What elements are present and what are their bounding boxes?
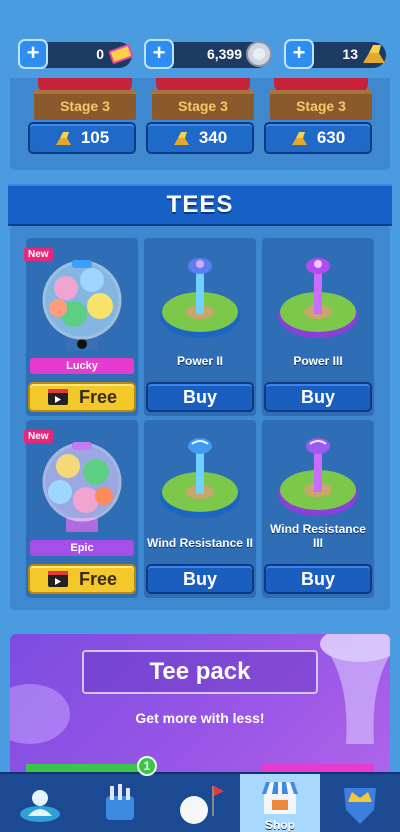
- pack-title: Tee pack: [82, 650, 318, 694]
- stage-price: 105: [80, 128, 110, 147]
- progress-strip: [262, 764, 374, 772]
- coins-value: 6,399: [206, 46, 242, 62]
- nav-play[interactable]: [160, 774, 240, 832]
- pack-subtitle: Get more with less!: [135, 710, 265, 726]
- tee-name: Power III: [293, 354, 343, 368]
- rarity-label: Epic: [30, 540, 134, 556]
- notification-badge: 1: [137, 756, 157, 776]
- stage-price-button[interactable]: 105: [28, 122, 136, 154]
- stage-price-button[interactable]: 630: [264, 122, 372, 154]
- buy-button[interactable]: Buy: [264, 382, 372, 412]
- gold-bars-icon: [173, 132, 189, 145]
- tee-pack-offer[interactable]: Tee pack Get more with less!: [10, 634, 390, 784]
- buy-button[interactable]: Buy: [264, 564, 372, 594]
- add-tickets-button[interactable]: +: [18, 39, 48, 69]
- tickets-counter: + 0: [18, 39, 134, 69]
- nav-golf-bag[interactable]: [80, 774, 160, 832]
- golf-ball-flag-icon: [180, 786, 224, 824]
- tee-card-power-iii[interactable]: Power III Buy: [262, 238, 374, 416]
- rarity-label: Lucky: [30, 358, 134, 374]
- free-label: Free: [78, 386, 118, 407]
- epic-gumball-machine-icon: [42, 442, 122, 532]
- gold-counter: + 13: [284, 39, 386, 69]
- nav-profile[interactable]: [0, 774, 80, 832]
- free-button[interactable]: Free: [28, 564, 136, 594]
- nav-shop[interactable]: Shop: [240, 774, 320, 832]
- gold-bars-icon: [291, 132, 307, 145]
- stage-label: Stage 3: [60, 98, 110, 114]
- power-tee-icon: [278, 258, 358, 338]
- nav-rankings[interactable]: [320, 774, 400, 832]
- stage-price-button[interactable]: 340: [146, 122, 254, 154]
- tees-header: TEES: [8, 184, 392, 226]
- tee-card-wind-resistance-ii[interactable]: Wind Resistance II Buy: [144, 420, 256, 598]
- tee-name: Power II: [176, 354, 223, 368]
- add-gold-button[interactable]: +: [284, 39, 314, 69]
- add-coins-button[interactable]: +: [144, 39, 174, 69]
- crown-shield-icon: [344, 788, 376, 824]
- stage-price: 630: [316, 128, 346, 147]
- free-label: Free: [78, 568, 118, 589]
- free-button[interactable]: Free: [28, 382, 136, 412]
- currency-bar: + 0 + 6,399 + 13: [0, 0, 400, 78]
- tee-card-epic-box[interactable]: New Epic Free: [24, 420, 138, 598]
- coin-icon: [246, 41, 272, 67]
- tee-name: Wind Resistance III: [270, 522, 366, 550]
- gold-bars-icon: [55, 132, 71, 145]
- wind-tee-icon: [160, 438, 240, 518]
- video-ad-icon: [47, 389, 68, 405]
- avatar-icon: [20, 790, 60, 822]
- shop-icon: [262, 782, 298, 814]
- tee-card-power-ii[interactable]: Power II Buy: [144, 238, 256, 416]
- gold-value: 13: [342, 46, 358, 62]
- nav-shop-label: Shop: [265, 818, 295, 832]
- ticket-icon: [108, 44, 134, 64]
- wind-tee-icon: [278, 438, 358, 516]
- power-tee-icon: [160, 258, 240, 338]
- lucky-gumball-machine-icon: [42, 260, 122, 350]
- golf-bag-icon: [106, 784, 134, 820]
- tickets-value: 0: [96, 46, 104, 62]
- video-ad-icon: [47, 571, 68, 587]
- gold-bars-icon: [363, 45, 385, 63]
- progress-strip: [26, 764, 142, 772]
- stage-label: Stage 3: [178, 98, 228, 114]
- coins-counter: + 6,399: [144, 39, 272, 69]
- stage-price: 340: [198, 128, 228, 147]
- tee-card-lucky-box[interactable]: New Lucky Free: [24, 238, 138, 416]
- stage-label: Stage 3: [296, 98, 346, 114]
- bottom-nav: Shop: [0, 772, 400, 832]
- buy-button[interactable]: Buy: [146, 382, 254, 412]
- buy-button[interactable]: Buy: [146, 564, 254, 594]
- tee-name: Wind Resistance II: [147, 536, 253, 550]
- tee-card-wind-resistance-iii[interactable]: Wind Resistance III Buy: [262, 420, 374, 598]
